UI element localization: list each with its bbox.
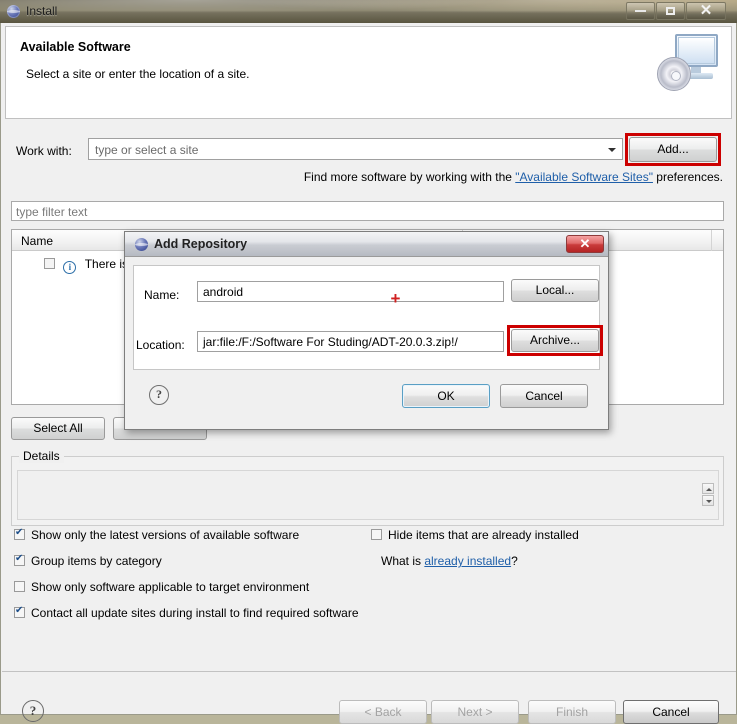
select-all-button[interactable]: Select All bbox=[11, 417, 105, 440]
option-label: Show only software applicable to target … bbox=[31, 580, 310, 594]
monitor-with-cd-icon bbox=[655, 31, 723, 95]
location-input[interactable]: jar:file:/F:/Software For Studing/ADT-20… bbox=[197, 331, 504, 352]
already-installed-link[interactable]: already installed bbox=[424, 554, 511, 568]
work-with-placeholder: type or select a site bbox=[95, 143, 199, 157]
work-with-label: Work with: bbox=[16, 144, 72, 158]
archive-button[interactable]: Archive... bbox=[511, 329, 599, 352]
option-contact-all-update-sites[interactable]: Contact all update sites during install … bbox=[14, 605, 359, 620]
what-is-suffix: ? bbox=[511, 554, 518, 568]
install-window: Install ✕ Available Software Select a si… bbox=[0, 0, 737, 724]
location-label: Location: bbox=[136, 338, 185, 352]
row-label: There is bbox=[84, 257, 129, 271]
table-row[interactable]: i There is bbox=[44, 257, 128, 274]
page-title: Available Software bbox=[20, 40, 131, 54]
eclipse-sphere-icon bbox=[135, 238, 148, 251]
window-title: Install bbox=[26, 4, 58, 18]
cancel-button[interactable]: Cancel bbox=[623, 700, 719, 724]
filter-placeholder: type filter text bbox=[16, 205, 88, 219]
maximize-icon bbox=[666, 7, 675, 16]
spinner-up-icon[interactable] bbox=[702, 483, 714, 494]
option-hide-already-installed[interactable]: Hide items that are already installed bbox=[371, 528, 579, 542]
dialog-titlebar: Add Repository ✕ bbox=[125, 232, 608, 257]
maximize-button[interactable] bbox=[656, 2, 685, 20]
column-header-name[interactable]: Name bbox=[21, 234, 53, 248]
next-button[interactable]: Next > bbox=[431, 700, 519, 724]
name-label: Name: bbox=[144, 288, 180, 302]
details-legend: Details bbox=[19, 449, 64, 463]
work-with-combo[interactable]: type or select a site bbox=[88, 138, 623, 160]
add-button[interactable]: Add... bbox=[629, 137, 717, 162]
what-is-prefix: What is bbox=[381, 554, 425, 568]
option-label: Hide items that are already installed bbox=[388, 528, 579, 542]
cd-disc-icon bbox=[657, 57, 691, 91]
dialog-close-button[interactable]: ✕ bbox=[566, 235, 604, 253]
chevron-down-icon[interactable] bbox=[608, 148, 616, 152]
minimize-icon bbox=[635, 10, 646, 13]
location-value: jar:file:/F:/Software For Studing/ADT-20… bbox=[203, 335, 458, 349]
checkbox[interactable] bbox=[14, 553, 25, 566]
name-value: android bbox=[203, 285, 244, 299]
available-software-sites-link[interactable]: "Available Software Sites" bbox=[515, 170, 653, 184]
what-is-already-installed-text: What is already installed? bbox=[381, 554, 518, 568]
wizard-header: Available Software Select a site or ente… bbox=[5, 26, 732, 119]
column-divider[interactable] bbox=[711, 230, 712, 251]
option-label: Group items by category bbox=[31, 554, 162, 568]
dialog-cancel-button[interactable]: Cancel bbox=[500, 384, 588, 408]
option-applicable-to-target[interactable]: Show only software applicable to target … bbox=[14, 580, 309, 594]
checkbox[interactable] bbox=[14, 605, 25, 618]
add-repository-dialog: Add Repository ✕ Name: android Location:… bbox=[124, 231, 609, 430]
option-label: Contact all update sites during install … bbox=[31, 606, 359, 620]
eclipse-sphere-icon bbox=[7, 5, 20, 18]
help-button[interactable]: ? bbox=[22, 700, 44, 722]
ok-button[interactable]: OK bbox=[402, 384, 490, 408]
checkbox[interactable] bbox=[14, 581, 25, 592]
local-button[interactable]: Local... bbox=[511, 279, 599, 302]
details-text-area[interactable] bbox=[17, 470, 719, 520]
details-spinner[interactable] bbox=[702, 483, 714, 507]
window-titlebar: Install ✕ bbox=[0, 0, 737, 23]
finish-button[interactable]: Finish bbox=[528, 700, 616, 724]
back-button[interactable]: < Back bbox=[339, 700, 427, 724]
page-description: Select a site or enter the location of a… bbox=[26, 67, 250, 81]
mouse-cursor-plus: + bbox=[390, 289, 401, 308]
name-input[interactable]: android bbox=[197, 281, 504, 302]
close-button[interactable]: ✕ bbox=[686, 2, 726, 20]
option-show-latest-versions[interactable]: Show only the latest versions of availab… bbox=[14, 527, 300, 542]
info-icon: i bbox=[63, 261, 77, 274]
find-more-suffix: preferences. bbox=[652, 170, 723, 184]
dialog-title: Add Repository bbox=[154, 237, 248, 251]
checkbox[interactable] bbox=[14, 527, 25, 540]
checkbox[interactable] bbox=[371, 529, 382, 540]
find-more-prefix: Find more software by working with the bbox=[303, 170, 516, 184]
filter-input[interactable]: type filter text bbox=[11, 201, 724, 221]
minimize-button[interactable] bbox=[626, 2, 655, 20]
dialog-help-button[interactable]: ? bbox=[149, 385, 169, 405]
option-label: Show only the latest versions of availab… bbox=[31, 528, 300, 542]
spinner-down-icon[interactable] bbox=[702, 495, 714, 506]
footer-divider bbox=[2, 671, 736, 672]
row-checkbox[interactable] bbox=[44, 258, 55, 269]
find-more-software-text: Find more software by working with the "… bbox=[1, 170, 723, 184]
option-group-by-category[interactable]: Group items by category bbox=[14, 553, 162, 568]
